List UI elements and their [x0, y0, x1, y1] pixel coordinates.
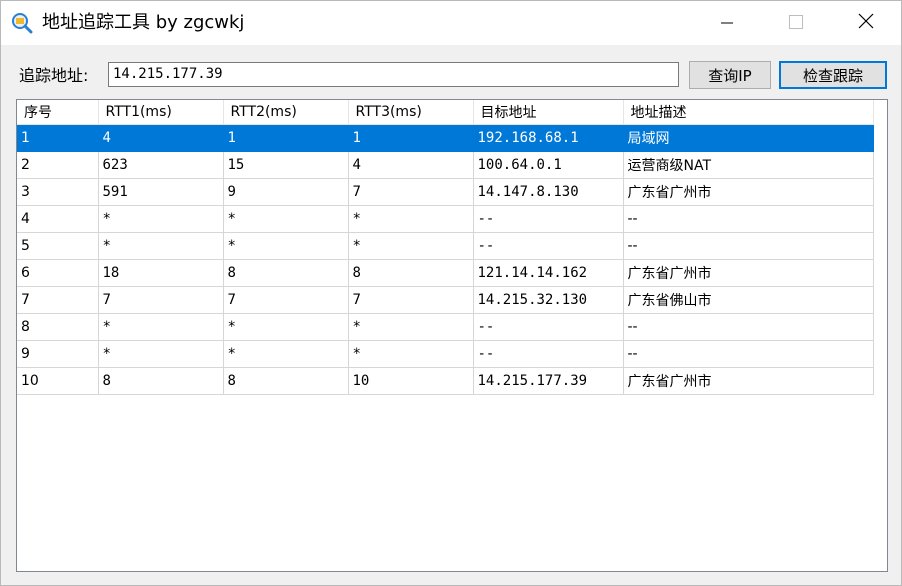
table-row[interactable]: 6 18 8 8 121.14.14.162 广东省广州市	[17, 259, 874, 287]
column-header-rtt3[interactable]: RTT3(ms)	[348, 100, 474, 125]
cell-rtt1: *	[98, 205, 224, 233]
cell-rtt2: *	[223, 232, 349, 260]
cell-target: 14.215.177.39	[473, 367, 624, 395]
table-row[interactable]: 4 * * * -- --	[17, 205, 874, 233]
table-row[interactable]: 8 * * * -- --	[17, 313, 874, 341]
cell-description: 运营商级NAT	[623, 151, 874, 179]
window-title: 地址追踪工具 by zgcwkj	[42, 12, 245, 33]
cell-description: 局域网	[623, 124, 874, 152]
cell-rtt3: *	[348, 205, 474, 233]
cell-rtt1: *	[98, 313, 224, 341]
cell-description: --	[623, 340, 874, 368]
title-bar[interactable]: 地址追踪工具 by zgcwkj	[1, 1, 901, 45]
cell-rtt3: *	[348, 340, 474, 368]
cell-target: 100.64.0.1	[473, 151, 624, 179]
table-row[interactable]: 7 7 7 7 14.215.32.130 广东省佛山市	[17, 286, 874, 314]
cell-rtt3: 8	[348, 259, 474, 287]
cell-rtt1: 18	[98, 259, 224, 287]
cell-index: 5	[17, 232, 99, 260]
cell-target: 121.14.14.162	[473, 259, 624, 287]
cell-index: 2	[17, 151, 99, 179]
cell-rtt2: 1	[223, 124, 349, 152]
cell-index: 4	[17, 205, 99, 233]
app-window: 地址追踪工具 by zgcwkj 追踪地址: 14.215.177.39 查询I…	[0, 0, 902, 586]
cell-rtt1: 8	[98, 367, 224, 395]
table-row[interactable]: 5 * * * -- --	[17, 232, 874, 260]
cell-description: --	[623, 313, 874, 341]
maximize-button	[773, 1, 819, 45]
column-header-rtt2[interactable]: RTT2(ms)	[223, 100, 349, 125]
column-header-description[interactable]: 地址描述	[623, 100, 874, 125]
cell-rtt1: 4	[98, 124, 224, 152]
cell-rtt2: 7	[223, 286, 349, 314]
table-row[interactable]: 3 591 9 7 14.147.8.130 广东省广州市	[17, 178, 874, 206]
cell-index: 10	[17, 367, 99, 395]
table-row[interactable]: 9 * * * -- --	[17, 340, 874, 368]
cell-rtt3: 4	[348, 151, 474, 179]
cell-index: 3	[17, 178, 99, 206]
cell-rtt2: 15	[223, 151, 349, 179]
table-row[interactable]: 1 4 1 1 192.168.68.1 局域网	[17, 124, 874, 152]
cell-index: 1	[17, 124, 99, 152]
cell-rtt3: *	[348, 232, 474, 260]
cell-index: 6	[17, 259, 99, 287]
cell-description: 广东省广州市	[623, 178, 874, 206]
cell-rtt3: 10	[348, 367, 474, 395]
table-row[interactable]: 2 623 15 4 100.64.0.1 运营商级NAT	[17, 151, 874, 179]
cell-target: --	[473, 205, 624, 233]
cell-target: 192.168.68.1	[473, 124, 624, 152]
cell-target: 14.147.8.130	[473, 178, 624, 206]
minimize-icon	[721, 14, 733, 33]
cell-rtt1: *	[98, 232, 224, 260]
address-label: 追踪地址:	[19, 66, 89, 85]
cell-description: 广东省广州市	[623, 259, 874, 287]
maximize-icon	[789, 14, 803, 33]
column-header-index[interactable]: 序号	[17, 100, 99, 125]
minimize-button[interactable]	[704, 1, 750, 45]
trace-table: 序号 RTT1(ms) RTT2(ms) RTT3(ms) 目标地址 地址描述 …	[17, 100, 874, 395]
table-row[interactable]: 10 8 8 10 14.215.177.39 广东省广州市	[17, 367, 874, 395]
cell-rtt1: 7	[98, 286, 224, 314]
cell-description: 广东省佛山市	[623, 286, 874, 314]
cell-rtt2: *	[223, 205, 349, 233]
cell-description: --	[623, 232, 874, 260]
query-ip-button[interactable]: 查询IP	[689, 61, 771, 89]
cell-rtt1: *	[98, 340, 224, 368]
cell-rtt3: *	[348, 313, 474, 341]
cell-description: 广东省广州市	[623, 367, 874, 395]
cell-rtt1: 623	[98, 151, 224, 179]
cell-target: --	[473, 232, 624, 260]
cell-target: --	[473, 340, 624, 368]
cell-target: 14.215.32.130	[473, 286, 624, 314]
cell-index: 9	[17, 340, 99, 368]
close-icon	[858, 13, 874, 33]
cell-target: --	[473, 313, 624, 341]
cell-index: 7	[17, 286, 99, 314]
cell-rtt2: 8	[223, 367, 349, 395]
column-header-rtt1[interactable]: RTT1(ms)	[98, 100, 224, 125]
trace-result-list[interactable]: 序号 RTT1(ms) RTT2(ms) RTT3(ms) 目标地址 地址描述 …	[16, 99, 888, 572]
cell-rtt2: 8	[223, 259, 349, 287]
cell-rtt1: 591	[98, 178, 224, 206]
cell-rtt3: 7	[348, 178, 474, 206]
cell-rtt3: 1	[348, 124, 474, 152]
cell-rtt2: *	[223, 313, 349, 341]
close-button[interactable]	[843, 1, 889, 45]
search-icon	[11, 12, 33, 34]
cell-index: 8	[17, 313, 99, 341]
address-input[interactable]: 14.215.177.39	[108, 62, 679, 87]
trace-button[interactable]: 检查跟踪	[779, 61, 887, 89]
cell-rtt3: 7	[348, 286, 474, 314]
header-row: 序号 RTT1(ms) RTT2(ms) RTT3(ms) 目标地址 地址描述	[17, 100, 874, 125]
cell-rtt2: 9	[223, 178, 349, 206]
cell-rtt2: *	[223, 340, 349, 368]
column-header-target[interactable]: 目标地址	[473, 100, 624, 125]
cell-description: --	[623, 205, 874, 233]
